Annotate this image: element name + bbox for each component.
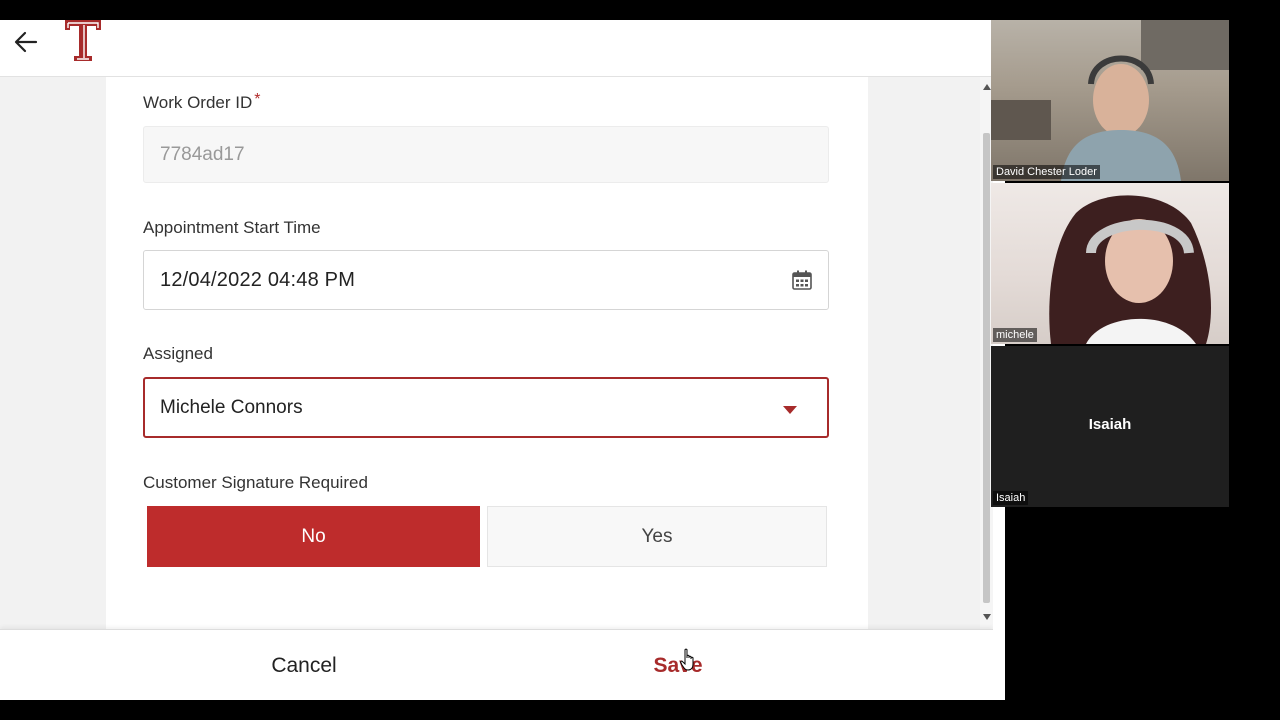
participant-video-3[interactable]: Isaiah Isaiah <box>991 346 1229 507</box>
participant-video-1[interactable]: David Chester Loder <box>991 20 1229 181</box>
work-order-form: Work Order ID * 7784ad17 Appointment Star… <box>106 77 868 629</box>
temple-t-logo <box>65 20 101 61</box>
scroll-down-icon[interactable] <box>983 614 991 620</box>
participant-person-icon <box>1049 195 1211 344</box>
back-button[interactable] <box>10 26 42 58</box>
action-footer: Cancel Save <box>0 629 993 700</box>
work-order-label: Work Order ID * <box>143 91 261 112</box>
scroll-thumb[interactable] <box>983 133 990 603</box>
assigned-value: Michele Connors <box>160 396 303 418</box>
scroll-up-icon[interactable] <box>983 84 991 90</box>
form-scroll-area: Work Order ID * 7784ad17 Appointment Star… <box>0 77 980 629</box>
caret-down-icon <box>783 406 797 414</box>
participant-name: michele <box>993 328 1037 342</box>
save-button[interactable]: Save <box>528 630 828 700</box>
cancel-button[interactable]: Cancel <box>154 630 454 700</box>
start-time-value: 12/04/2022 04:48 PM <box>160 268 356 291</box>
start-time-label: Appointment Start Time <box>143 218 321 237</box>
participant-video-2[interactable]: michele <box>991 183 1229 344</box>
work-order-id-value: 7784ad17 <box>160 143 245 165</box>
signature-yes-button[interactable]: Yes <box>487 506 827 567</box>
app-window: Work Order ID * 7784ad17 Appointment Star… <box>0 20 993 700</box>
calendar-icon[interactable] <box>791 269 813 291</box>
participant-name: David Chester Loder <box>993 165 1100 179</box>
arrow-left-icon <box>14 31 38 53</box>
assigned-dropdown[interactable]: Michele Connors <box>143 377 829 438</box>
participant-person-icon <box>991 20 1229 181</box>
hand-pointer-icon <box>680 648 694 671</box>
work-order-id-field: 7784ad17 <box>143 126 829 183</box>
participant-name: Isaiah <box>993 491 1029 505</box>
signature-no-button[interactable]: No <box>147 506 480 567</box>
signature-label: Customer Signature Required <box>143 473 368 492</box>
start-time-input[interactable]: 12/04/2022 04:48 PM <box>143 250 829 310</box>
participant-display-name: Isaiah <box>1088 416 1132 433</box>
required-mark: * <box>254 91 261 108</box>
top-bar <box>0 20 993 77</box>
assigned-label: Assigned <box>143 344 213 363</box>
